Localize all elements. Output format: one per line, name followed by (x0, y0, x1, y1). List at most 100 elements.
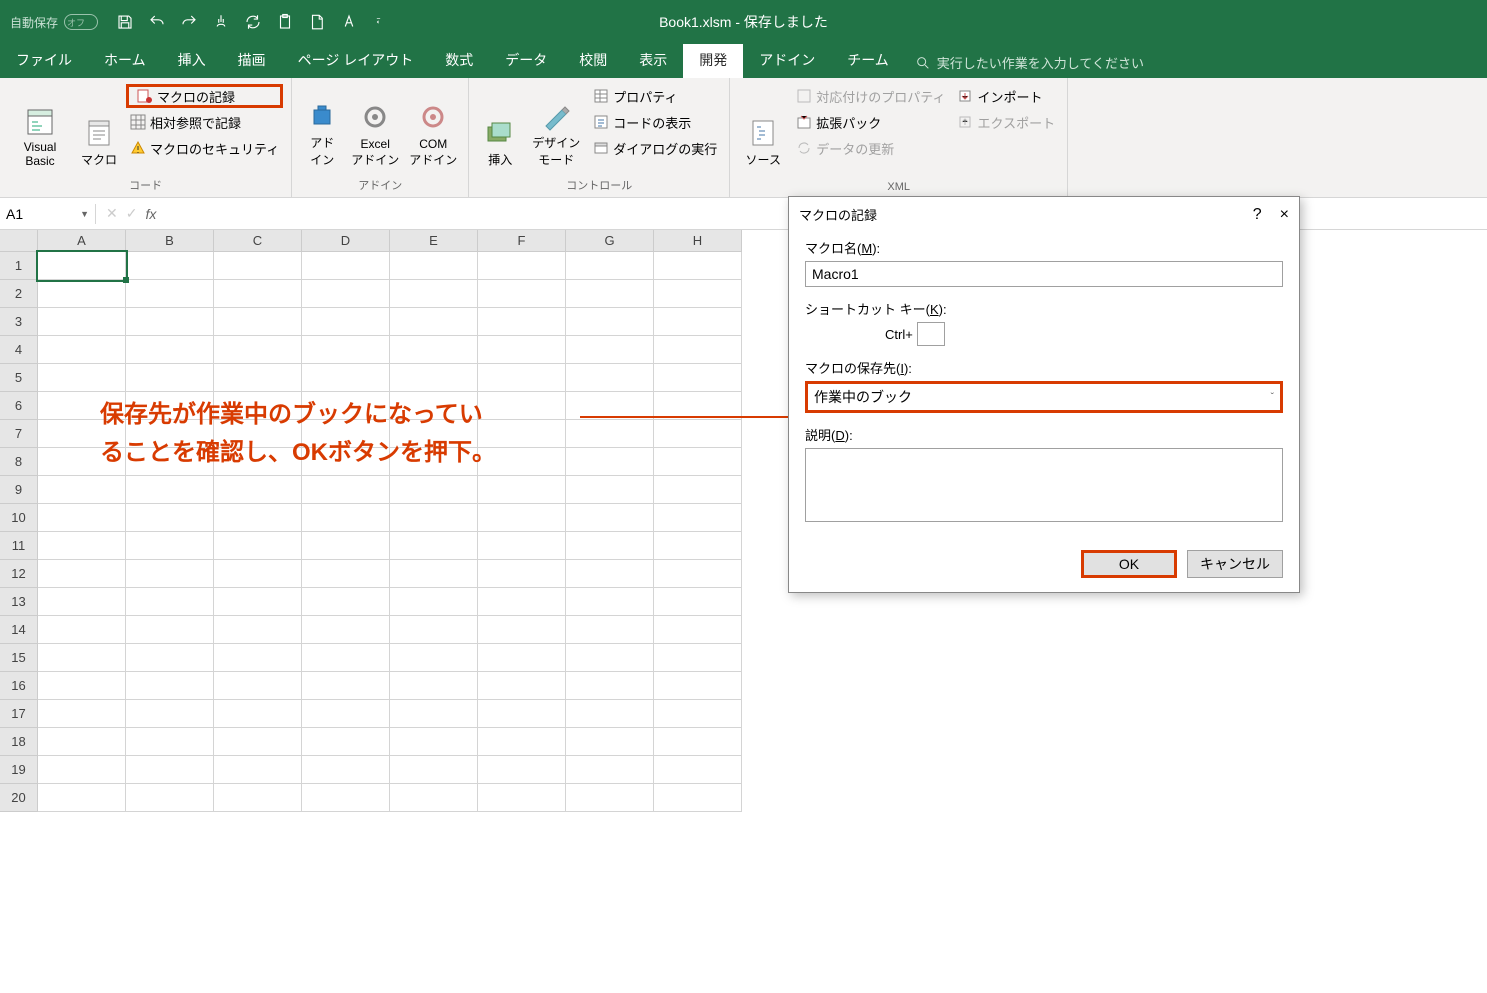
tab-insert[interactable]: 挿入 (162, 42, 222, 78)
cell[interactable] (302, 616, 390, 644)
cell[interactable] (566, 448, 654, 476)
import-button[interactable]: インポート (953, 84, 1059, 108)
addins-button[interactable]: アド イン (300, 82, 344, 168)
cell[interactable] (214, 672, 302, 700)
cell[interactable] (566, 756, 654, 784)
cell[interactable] (302, 728, 390, 756)
cell[interactable] (214, 252, 302, 280)
cell[interactable] (566, 504, 654, 532)
cell[interactable] (478, 280, 566, 308)
cell[interactable] (566, 364, 654, 392)
cell[interactable] (214, 700, 302, 728)
cell[interactable] (38, 476, 126, 504)
cell[interactable] (390, 616, 478, 644)
macro-security-button[interactable]: マクロのセキュリティ (126, 136, 283, 160)
cell[interactable] (390, 728, 478, 756)
save-icon[interactable] (114, 11, 136, 33)
cell[interactable] (478, 504, 566, 532)
cell[interactable] (214, 756, 302, 784)
cancel-button[interactable]: キャンセル (1187, 550, 1283, 578)
cell[interactable] (126, 308, 214, 336)
cell[interactable] (126, 336, 214, 364)
cell[interactable] (478, 364, 566, 392)
close-button[interactable]: × (1280, 206, 1289, 224)
macro-name-input[interactable] (805, 261, 1283, 287)
row-header[interactable]: 15 (0, 644, 38, 672)
cell[interactable] (214, 280, 302, 308)
cell[interactable] (302, 644, 390, 672)
cell[interactable] (126, 280, 214, 308)
cell[interactable] (654, 532, 742, 560)
cell[interactable] (390, 672, 478, 700)
row-header[interactable]: 1 (0, 252, 38, 280)
font-icon[interactable] (338, 11, 360, 33)
cell[interactable] (302, 504, 390, 532)
cell[interactable] (566, 336, 654, 364)
cell[interactable] (566, 700, 654, 728)
column-header[interactable]: F (478, 230, 566, 252)
run-dialog-button[interactable]: ダイアログの実行 (589, 136, 721, 160)
design-mode-button[interactable]: デザイン モード (527, 82, 585, 168)
row-header[interactable]: 14 (0, 616, 38, 644)
cell[interactable] (390, 588, 478, 616)
cell[interactable] (566, 560, 654, 588)
cell[interactable] (654, 252, 742, 280)
cell[interactable] (38, 616, 126, 644)
cell[interactable] (654, 588, 742, 616)
cell[interactable] (566, 616, 654, 644)
cell[interactable] (126, 728, 214, 756)
cell[interactable] (566, 588, 654, 616)
tab-page-layout[interactable]: ページ レイアウト (282, 42, 430, 78)
cell[interactable] (654, 728, 742, 756)
cell[interactable] (214, 644, 302, 672)
cell[interactable] (566, 308, 654, 336)
cell[interactable] (126, 784, 214, 812)
cell[interactable] (478, 336, 566, 364)
com-addins-button[interactable]: COM アドイン (406, 82, 460, 168)
cell[interactable] (478, 672, 566, 700)
cell[interactable] (302, 560, 390, 588)
row-header[interactable]: 4 (0, 336, 38, 364)
cell[interactable] (654, 672, 742, 700)
row-header[interactable]: 5 (0, 364, 38, 392)
cell[interactable] (390, 784, 478, 812)
select-all-corner[interactable] (0, 230, 38, 252)
tab-draw[interactable]: 描画 (222, 42, 282, 78)
cell[interactable] (654, 784, 742, 812)
row-header[interactable]: 12 (0, 560, 38, 588)
tab-addins[interactable]: アドイン (743, 42, 831, 78)
cell[interactable] (478, 560, 566, 588)
refresh-icon[interactable] (242, 11, 264, 33)
cell[interactable] (38, 280, 126, 308)
row-header[interactable]: 10 (0, 504, 38, 532)
cell[interactable] (302, 532, 390, 560)
cell[interactable] (214, 616, 302, 644)
cell[interactable] (654, 616, 742, 644)
tab-team[interactable]: チーム (831, 42, 905, 78)
cell[interactable] (654, 504, 742, 532)
cell[interactable] (302, 308, 390, 336)
cell[interactable] (654, 476, 742, 504)
insert-controls-button[interactable]: 挿入 (477, 82, 523, 168)
cell[interactable] (126, 364, 214, 392)
cell[interactable] (38, 756, 126, 784)
cell[interactable] (390, 252, 478, 280)
cell[interactable] (478, 532, 566, 560)
cell[interactable] (214, 504, 302, 532)
cell[interactable] (654, 448, 742, 476)
column-header[interactable]: A (38, 230, 126, 252)
cell[interactable] (390, 280, 478, 308)
autosave-toggle[interactable]: 自動保存 オフ (10, 14, 98, 31)
cell[interactable] (478, 616, 566, 644)
cell[interactable] (478, 700, 566, 728)
undo-icon[interactable] (146, 11, 168, 33)
tab-formulas[interactable]: 数式 (429, 42, 489, 78)
cell[interactable] (654, 560, 742, 588)
column-header[interactable]: C (214, 230, 302, 252)
cell[interactable] (302, 336, 390, 364)
tab-review[interactable]: 校閲 (563, 42, 623, 78)
cell[interactable] (390, 700, 478, 728)
cell[interactable] (478, 308, 566, 336)
cell[interactable] (214, 560, 302, 588)
cell[interactable] (390, 336, 478, 364)
